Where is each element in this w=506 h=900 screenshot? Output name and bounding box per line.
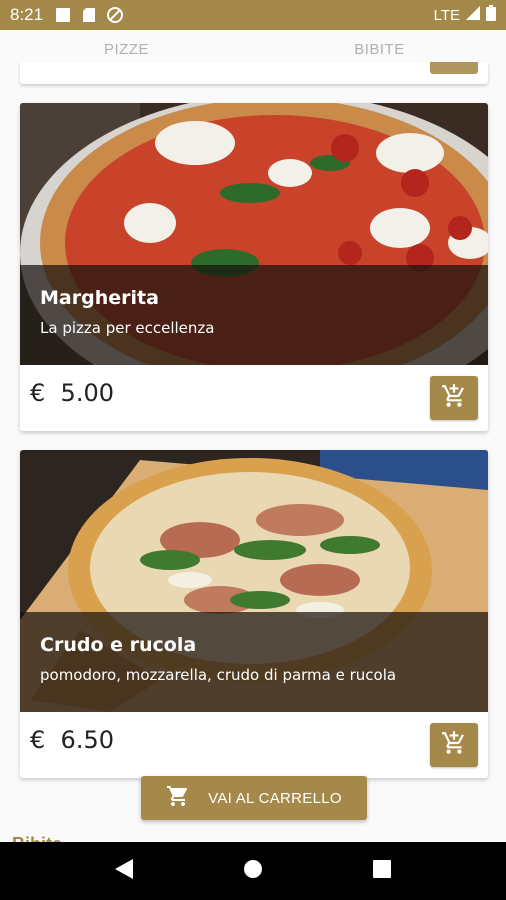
price-value: 6.50 [60,726,114,754]
shopping-cart-icon [166,784,208,812]
product-price: € 5.00 [30,379,114,407]
price-value: 5.00 [60,379,114,407]
product-description: La pizza per eccellenza [40,319,215,337]
product-footer: € 6.50 [20,712,488,778]
product-card: Margherita La pizza per eccellenza € 5.0… [20,103,488,431]
status-bar: 8:21 LTE [0,0,506,30]
product-name: Crudo e rucola [40,634,197,656]
back-icon[interactable] [115,859,133,883]
product-description: pomodoro, mozzarella, crudo di parma e r… [40,666,397,684]
network-type: LTE [433,6,460,24]
signal-icon [466,6,480,24]
status-time: 8:21 [10,5,44,24]
no-disturb-icon [107,7,124,23]
go-to-cart-label: VAI AL CARRELLO [208,789,342,807]
notification-square-icon [55,7,71,23]
currency-symbol: € [30,379,46,407]
product-photo: Margherita La pizza per eccellenza [20,103,488,365]
product-info-overlay: Margherita La pizza per eccellenza [20,265,488,365]
sd-card-icon [81,7,97,23]
currency-symbol: € [30,726,46,754]
go-to-cart-button[interactable]: VAI AL CARRELLO [141,776,367,820]
product-footer: € 5.00 [20,365,488,431]
add-to-cart-button[interactable] [430,376,478,420]
product-price: € 6.50 [30,726,114,754]
product-info-overlay: Crudo e rucola pomodoro, mozzarella, cru… [20,612,488,712]
home-icon[interactable] [243,859,263,883]
product-name: Margherita [40,287,159,309]
section-heading-bibite: Bibite [12,834,62,842]
product-photo: Crudo e rucola pomodoro, mozzarella, cru… [20,450,488,712]
add-shopping-cart-icon [441,730,467,760]
add-to-cart-button[interactable] [430,723,478,767]
recents-icon[interactable] [373,860,391,882]
battery-icon [486,5,496,25]
previous-product-card [20,62,488,84]
previous-cart-button[interactable] [430,62,478,74]
navigation-bar [0,842,506,900]
add-shopping-cart-icon [441,383,467,413]
product-card: Crudo e rucola pomodoro, mozzarella, cru… [20,450,488,778]
